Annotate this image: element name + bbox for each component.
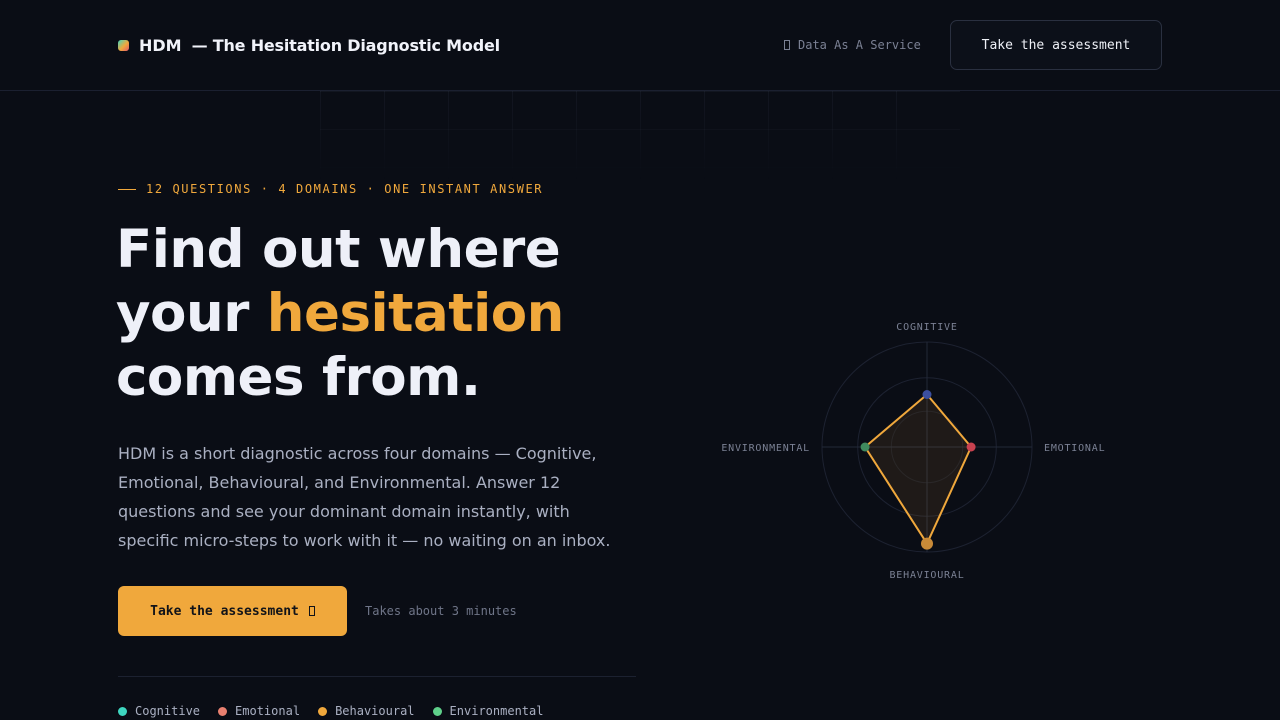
radar-shape xyxy=(864,393,973,545)
headline-line-1: Find out where xyxy=(116,219,561,280)
legend-dot xyxy=(318,706,328,716)
brand[interactable]: HDM — The Hesitation Diagnostic Model xyxy=(118,36,500,55)
axis-label-emotional: EMOTIONAL xyxy=(1044,443,1105,454)
hero-cta-label: Take the assessment xyxy=(150,603,299,619)
radar-point-cognitive xyxy=(922,390,932,399)
radar-point-emotional xyxy=(966,442,976,452)
axis-label-environmental: ENVIRONMENTAL xyxy=(721,443,810,454)
eyebrow-text: 12 QUESTIONS · 4 DOMAINS · ONE INSTANT A… xyxy=(146,182,544,196)
headline-line-2-prefix: your xyxy=(116,283,267,344)
legend-label: Behavioural xyxy=(335,704,415,718)
domain-legend: Cognitive Emotional Behavioural Environm… xyxy=(118,704,561,718)
legend-item-environmental: Environmental xyxy=(432,704,544,718)
legend-dot xyxy=(118,706,127,716)
legend-dot xyxy=(432,706,442,716)
axis-label-behavioural: BEHAVIOURAL xyxy=(889,570,964,581)
brand-logo-icon xyxy=(118,40,129,51)
legend-label: Environmental xyxy=(449,704,544,718)
header-assessment-button[interactable]: Take the assessment xyxy=(950,20,1162,70)
legend-item-emotional: Emotional xyxy=(218,704,300,718)
domain-radar-chart: COGNITIVE EMOTIONAL BEHAVIOURAL ENVIRONM… xyxy=(721,322,1105,581)
radar-point-environmental xyxy=(860,442,870,452)
brand-tagline: — The Hesitation Diagnostic Model xyxy=(191,36,500,55)
brand-name: HDM xyxy=(139,36,182,55)
axis-label-cognitive: COGNITIVE xyxy=(896,322,957,333)
headline-accent: hesitation xyxy=(266,283,565,344)
site-header: HDM — The Hesitation Diagnostic Model Da… xyxy=(0,0,1280,91)
hero-assessment-button[interactable]: Take the assessment xyxy=(118,586,347,636)
hero-headline: Find out where your hesitation comes fro… xyxy=(116,218,564,410)
headline-line-3: comes from. xyxy=(116,347,481,408)
cta-duration-note: Takes about 3 minutes xyxy=(365,604,517,618)
eyebrow: 12 QUESTIONS · 4 DOMAINS · ONE INSTANT A… xyxy=(118,182,543,196)
legend-label: Emotional xyxy=(235,704,301,718)
section-divider xyxy=(118,676,636,677)
legend-label: Cognitive xyxy=(135,704,201,718)
background-grid xyxy=(320,91,960,181)
hero-description: HDM is a short diagnostic across four do… xyxy=(118,444,611,550)
legend-dot xyxy=(218,706,228,716)
page: HDM — The Hesitation Diagnostic Model Da… xyxy=(0,0,1280,720)
box-icon xyxy=(308,606,315,616)
legend-item-behavioural: Behavioural xyxy=(318,704,415,718)
box-icon xyxy=(784,40,790,50)
eyebrow-rule xyxy=(118,188,136,190)
daas-label: Data As A Service xyxy=(798,38,921,52)
legend-item-cognitive: Cognitive xyxy=(118,704,200,718)
daas-link[interactable]: Data As A Service xyxy=(784,38,921,52)
radar-point-behavioural xyxy=(921,537,933,550)
